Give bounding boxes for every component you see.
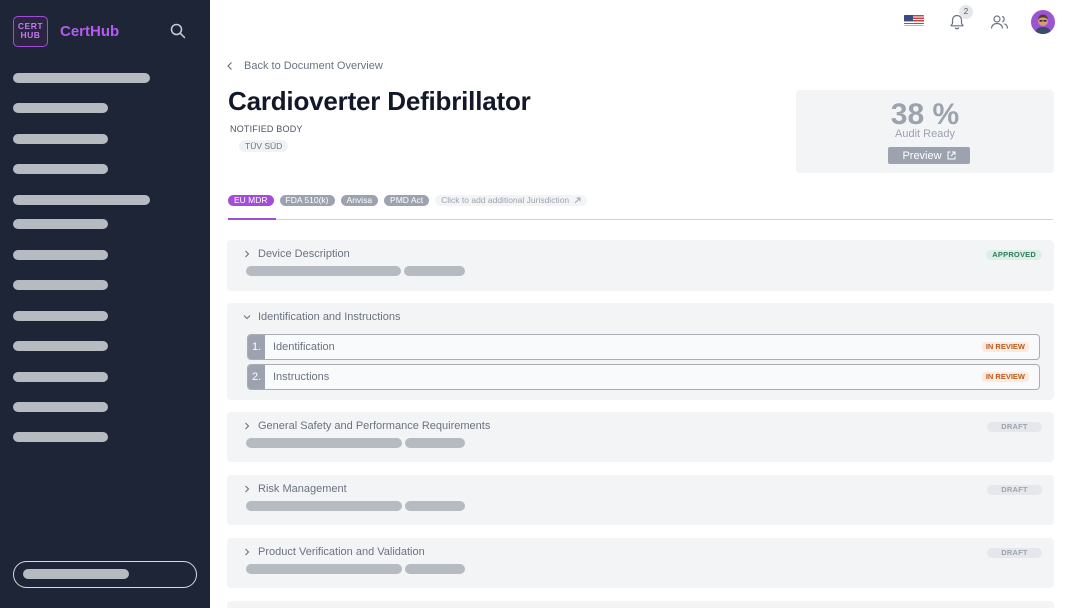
- status-badge: IN REVIEW: [981, 372, 1029, 382]
- app-name: CertHub: [60, 23, 120, 40]
- section-header[interactable]: Product Verification and Validation: [243, 546, 425, 558]
- placeholder-bar: [405, 438, 465, 448]
- notified-body-label: NOTIFIED BODY: [230, 124, 303, 134]
- section-title: Product Verification and Validation: [258, 546, 425, 558]
- placeholder-bar: [246, 564, 402, 574]
- sidebar-item[interactable]: [13, 280, 108, 290]
- audit-ready-card: 38 % Audit Ready Preview: [796, 90, 1054, 173]
- sidebar-user-button[interactable]: [13, 561, 197, 588]
- subitem-instructions[interactable]: 2. Instructions IN REVIEW: [247, 364, 1040, 390]
- chevron-down-icon: [243, 315, 251, 320]
- status-badge: DRAFT: [987, 422, 1042, 432]
- subitem-label: Identification: [273, 341, 335, 353]
- audit-label: Audit Ready: [895, 128, 955, 140]
- status-badge: IN REVIEW: [981, 342, 1029, 352]
- user-avatar[interactable]: [1031, 10, 1055, 34]
- subitem-number: 1.: [248, 335, 265, 359]
- section-title: Device Description: [258, 248, 350, 260]
- active-tab-indicator: [228, 218, 276, 220]
- chevron-right-icon: [245, 548, 250, 556]
- section-risk-management[interactable]: Risk Management DRAFT: [227, 475, 1054, 525]
- section-title: General Safety and Performance Requireme…: [258, 420, 491, 432]
- sidebar-item[interactable]: [13, 341, 108, 351]
- back-link-label: Back to Document Overview: [244, 60, 383, 72]
- sidebar-item[interactable]: [13, 402, 108, 412]
- placeholder-bar: [246, 501, 402, 511]
- notified-body-badge: TÜV SÜD: [239, 140, 289, 152]
- chevron-right-icon: [245, 422, 250, 430]
- tab-pmd-act[interactable]: PMD Act: [384, 195, 430, 206]
- tab-fda-510k[interactable]: FDA 510(k): [279, 195, 335, 206]
- placeholder-bar: [404, 266, 465, 276]
- sidebar-item[interactable]: [13, 311, 108, 321]
- sidebar: CERT HUB CertHub: [0, 0, 210, 608]
- sidebar-item[interactable]: [13, 195, 150, 205]
- users-icon[interactable]: [990, 13, 1009, 31]
- add-jurisdiction-button[interactable]: Click to add additional Jurisdiction: [435, 195, 588, 206]
- preview-button[interactable]: Preview: [888, 147, 970, 164]
- sidebar-item[interactable]: [13, 372, 108, 382]
- tabs-divider: [228, 219, 1053, 220]
- add-jurisdiction-label: Click to add additional Jurisdiction: [441, 195, 570, 205]
- chevron-right-icon: [245, 485, 250, 493]
- jurisdiction-tabs: EU MDR FDA 510(k) Anvisa PMD Act Click t…: [228, 194, 588, 207]
- section-header[interactable]: Device Description: [243, 248, 350, 260]
- tab-eu-mdr[interactable]: EU MDR: [228, 195, 274, 206]
- subitem-label: Instructions: [273, 371, 330, 383]
- tab-anvisa[interactable]: Anvisa: [340, 195, 379, 206]
- chevron-left-icon: [227, 62, 232, 70]
- placeholder-bar: [246, 438, 402, 448]
- logo-text: CERT HUB: [17, 21, 44, 40]
- arrow-up-right-icon: [574, 197, 581, 204]
- app-logo[interactable]: CERT HUB: [13, 16, 48, 47]
- section-title: Identification and Instructions: [258, 311, 401, 323]
- section-next[interactable]: [227, 601, 1054, 608]
- sidebar-user-placeholder: [23, 569, 129, 579]
- search-icon[interactable]: [170, 23, 186, 39]
- sidebar-item[interactable]: [13, 432, 108, 442]
- back-link[interactable]: Back to Document Overview: [226, 59, 383, 73]
- section-identification-instructions[interactable]: Identification and Instructions 1. Ident…: [227, 303, 1054, 400]
- sidebar-item[interactable]: [13, 134, 108, 144]
- section-device-description[interactable]: Device Description APPROVED: [227, 240, 1054, 291]
- placeholder-bar: [405, 564, 465, 574]
- subitem-identification[interactable]: 1. Identification IN REVIEW: [247, 334, 1040, 360]
- document-title: Cardioverter Defibrillator: [228, 86, 531, 116]
- external-link-icon: [947, 151, 956, 160]
- section-header[interactable]: Identification and Instructions: [243, 311, 400, 323]
- sidebar-item[interactable]: [13, 219, 108, 229]
- placeholder-bar: [405, 501, 465, 511]
- audit-percent: 38 %: [890, 98, 960, 131]
- section-header[interactable]: General Safety and Performance Requireme…: [243, 420, 490, 432]
- preview-label: Preview: [902, 149, 942, 162]
- section-product-verification[interactable]: Product Verification and Validation DRAF…: [227, 538, 1054, 588]
- sidebar-item[interactable]: [13, 164, 108, 174]
- sidebar-item[interactable]: [13, 250, 108, 260]
- us-flag-icon[interactable]: [904, 15, 924, 26]
- section-header[interactable]: Risk Management: [243, 483, 347, 495]
- sidebar-item[interactable]: [13, 103, 108, 113]
- placeholder-bar: [246, 266, 401, 276]
- chevron-right-icon: [245, 250, 250, 258]
- status-badge: DRAFT: [987, 485, 1042, 495]
- status-badge: DRAFT: [987, 548, 1042, 558]
- section-title: Risk Management: [258, 483, 347, 495]
- sidebar-item[interactable]: [13, 73, 150, 83]
- section-general-safety[interactable]: General Safety and Performance Requireme…: [227, 412, 1054, 462]
- status-badge: APPROVED: [986, 250, 1042, 260]
- subitem-number: 2.: [248, 365, 265, 389]
- notification-badge: 2: [959, 5, 973, 19]
